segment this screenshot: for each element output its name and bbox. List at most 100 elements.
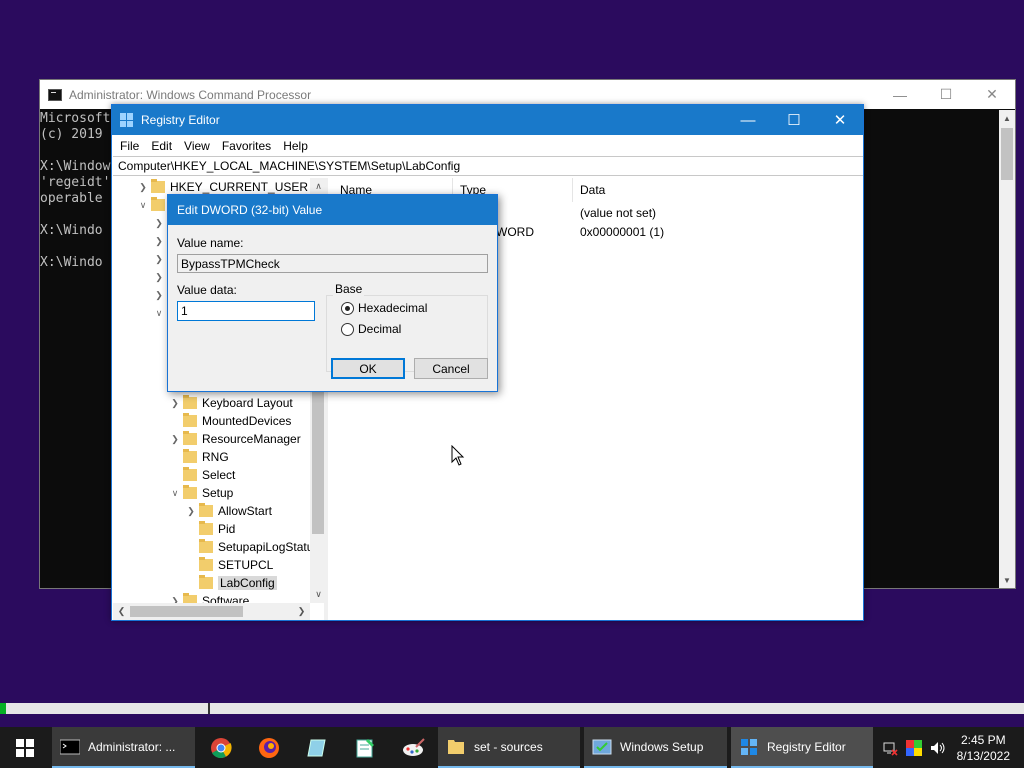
chevron-right-icon[interactable]: ❯: [151, 218, 167, 229]
folder-icon: [183, 395, 197, 409]
chevron-right-icon[interactable]: ❯: [151, 272, 167, 283]
tree-item[interactable]: ❯ ResourceManager: [167, 430, 301, 448]
tree-item[interactable]: ∨: [151, 304, 167, 322]
chevron-right-icon[interactable]: ❯: [151, 254, 167, 265]
taskbar-chrome[interactable]: [209, 727, 233, 768]
tree-item[interactable]: ❯: [151, 232, 167, 250]
radio-selected-icon[interactable]: [341, 301, 354, 315]
scroll-right-icon[interactable]: ❯: [293, 603, 310, 620]
chevron-right-icon[interactable]: ❯: [167, 398, 183, 409]
value-name-label: Value name:: [177, 236, 244, 250]
regedit-title: Registry Editor: [141, 113, 220, 127]
scroll-up-icon[interactable]: ▲: [999, 110, 1015, 126]
menu-view[interactable]: View: [178, 139, 216, 153]
chevron-right-icon[interactable]: ❯: [151, 290, 167, 301]
menu-edit[interactable]: Edit: [145, 139, 178, 153]
tree-item[interactable]: ❯: [151, 286, 167, 304]
color-palette-icon[interactable]: [905, 739, 923, 757]
tree-item-selected[interactable]: LabConfig: [183, 574, 277, 592]
folder-icon: [199, 521, 213, 535]
chevron-right-icon[interactable]: ❯: [151, 236, 167, 247]
scroll-down-icon[interactable]: ▼: [999, 572, 1015, 588]
taskbar-app-glass[interactable]: [305, 727, 329, 768]
ok-button[interactable]: OK: [331, 358, 405, 379]
close-icon[interactable]: ✕: [817, 105, 863, 135]
tree-item[interactable]: ❯: [151, 214, 167, 232]
scroll-thumb[interactable]: [130, 606, 243, 617]
taskbar-firefox[interactable]: [257, 727, 281, 768]
chevron-right-icon[interactable]: ❯: [183, 506, 199, 517]
tree-item[interactable]: Select: [167, 466, 235, 484]
chevron-right-icon[interactable]: ❯: [167, 434, 183, 445]
taskbar: Administrator: ... set - sources Windows…: [0, 727, 1024, 768]
hexadecimal-radio[interactable]: Hexadecimal: [341, 301, 427, 315]
column-data[interactable]: Data: [573, 178, 773, 202]
menu-file[interactable]: File: [114, 139, 145, 153]
value-type[interactable]: WORD: [496, 225, 534, 239]
menu-help[interactable]: Help: [277, 139, 314, 153]
tree-item[interactable]: ∨ Setup: [167, 484, 233, 502]
taskbar-notepad[interactable]: [353, 727, 377, 768]
chevron-down-icon[interactable]: ∨: [135, 200, 151, 211]
tree-item[interactable]: SETUPCL: [183, 556, 273, 574]
minimize-icon[interactable]: —: [877, 80, 923, 109]
regedit-titlebar[interactable]: Registry Editor — ☐ ✕: [112, 105, 863, 135]
folder-icon: [199, 539, 213, 553]
taskbar-explorer[interactable]: set - sources: [438, 727, 580, 768]
windows-logo-icon: [16, 738, 34, 757]
tree-item[interactable]: ❯ Keyboard Layout: [167, 394, 293, 412]
maximize-icon[interactable]: ☐: [771, 105, 817, 135]
taskbar-windows-setup[interactable]: Windows Setup: [584, 727, 727, 768]
folder-icon: [448, 739, 464, 754]
tree-item[interactable]: Pid: [183, 520, 235, 538]
address-bar[interactable]: Computer\HKEY_LOCAL_MACHINE\SYSTEM\Setup…: [113, 156, 863, 176]
taskbar-cmd[interactable]: Administrator: ...: [52, 727, 195, 768]
tree-horizontal-scrollbar[interactable]: ❮ ❯: [113, 603, 310, 620]
notebook-icon: [307, 739, 326, 756]
dialog-title[interactable]: Edit DWORD (32-bit) Value: [168, 195, 497, 225]
registry-icon: [741, 738, 757, 755]
clock[interactable]: 2:45 PM 8/13/2022: [947, 732, 1024, 764]
scroll-thumb[interactable]: [1001, 128, 1013, 180]
value-name-field[interactable]: [177, 254, 488, 273]
base-label: Base: [333, 282, 365, 296]
chevron-down-icon[interactable]: ∨: [167, 488, 183, 499]
setup-icon: [592, 739, 612, 754]
taskbar-registry-editor[interactable]: Registry Editor: [731, 727, 873, 768]
clock-time: 2:45 PM: [960, 732, 1006, 747]
scroll-left-icon[interactable]: ❮: [113, 603, 130, 620]
tree-item[interactable]: SetupapiLogStatu: [183, 538, 313, 556]
scroll-thumb[interactable]: [312, 386, 324, 534]
tree-item[interactable]: RNG: [167, 448, 229, 466]
tree-item[interactable]: ❯: [151, 268, 167, 286]
chevron-right-icon[interactable]: ❯: [135, 182, 151, 193]
tree-item[interactable]: MountedDevices: [167, 412, 291, 430]
close-icon[interactable]: ✕: [969, 80, 1015, 109]
cancel-button[interactable]: Cancel: [414, 358, 488, 379]
cmd-scrollbar[interactable]: ▲ ▼: [999, 110, 1015, 588]
tree-item[interactable]: ∨: [135, 196, 170, 214]
folder-icon: [199, 575, 213, 589]
start-button[interactable]: [10, 727, 40, 768]
folder-icon: [183, 485, 197, 499]
terminal-icon: [60, 739, 80, 754]
maximize-icon[interactable]: ☐: [923, 80, 969, 109]
scroll-down-icon[interactable]: ∨: [310, 586, 324, 603]
menu-favorites[interactable]: Favorites: [216, 139, 277, 153]
radio-icon[interactable]: [341, 322, 354, 336]
network-disconnected-icon[interactable]: [881, 739, 899, 757]
value-data-field[interactable]: [177, 301, 315, 321]
decimal-radio[interactable]: Decimal: [341, 322, 401, 336]
tree-item[interactable]: ❯ AllowStart: [183, 502, 272, 520]
edit-dword-dialog[interactable]: Edit DWORD (32-bit) Value Value name: Va…: [167, 194, 498, 392]
volume-icon[interactable]: [929, 739, 947, 757]
value-data[interactable]: 0x00000001 (1): [580, 225, 664, 239]
chevron-down-icon[interactable]: ∨: [151, 308, 167, 319]
folder-icon: [183, 431, 197, 445]
taskbar-paint[interactable]: [400, 727, 428, 768]
scroll-up-icon[interactable]: ∧: [310, 178, 324, 195]
tree-item[interactable]: ❯: [151, 250, 167, 268]
setup-progress-bar: [0, 703, 1024, 714]
minimize-icon[interactable]: —: [725, 105, 771, 135]
value-data[interactable]: (value not set): [580, 206, 656, 220]
